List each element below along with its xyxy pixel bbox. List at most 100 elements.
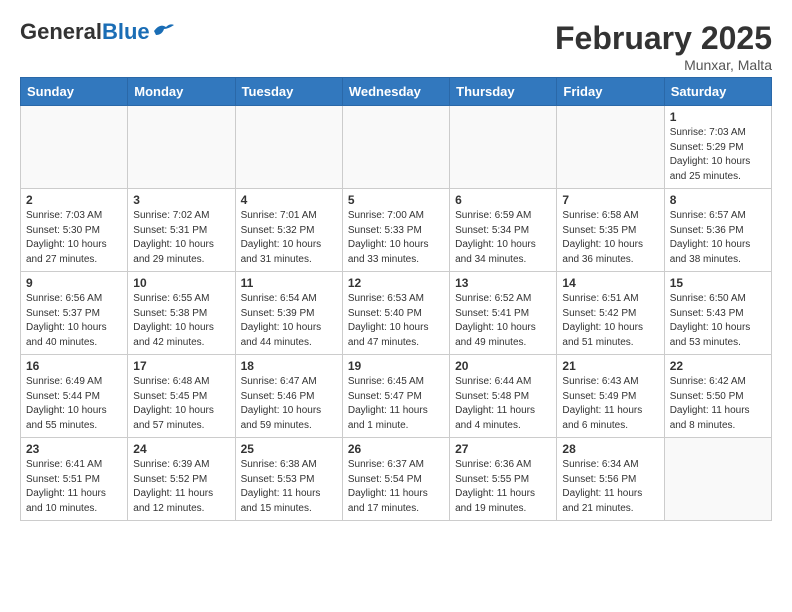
day-number: 3 xyxy=(133,193,229,207)
weekday-header-friday: Friday xyxy=(557,78,664,106)
day-info: Sunrise: 6:51 AM Sunset: 5:42 PM Dayligh… xyxy=(562,292,658,350)
day-info: Sunrise: 6:45 AM Sunset: 5:47 PM Dayligh… xyxy=(348,375,444,433)
day-number: 27 xyxy=(455,442,551,456)
logo-blue: Blue xyxy=(102,19,150,44)
day-info: Sunrise: 6:36 AM Sunset: 5:55 PM Dayligh… xyxy=(455,458,551,516)
day-cell xyxy=(128,106,235,189)
day-cell: 8 Sunrise: 6:57 AM Sunset: 5:36 PM Daylig… xyxy=(664,189,771,272)
day-number: 1 xyxy=(670,110,766,124)
day-info: Sunrise: 6:44 AM Sunset: 5:48 PM Dayligh… xyxy=(455,375,551,433)
day-number: 22 xyxy=(670,359,766,373)
day-cell xyxy=(342,106,449,189)
day-info: Sunrise: 7:02 AM Sunset: 5:31 PM Dayligh… xyxy=(133,209,229,267)
week-row-1: 1 Sunrise: 7:03 AM Sunset: 5:29 PM Daylig… xyxy=(21,106,772,189)
day-info: Sunrise: 6:43 AM Sunset: 5:49 PM Dayligh… xyxy=(562,375,658,433)
day-cell: 26 Sunrise: 6:37 AM Sunset: 5:54 PM Dayli… xyxy=(342,438,449,521)
location-subtitle: Munxar, Malta xyxy=(555,57,772,73)
day-number: 28 xyxy=(562,442,658,456)
day-cell: 10 Sunrise: 6:55 AM Sunset: 5:38 PM Dayli… xyxy=(128,272,235,355)
day-number: 19 xyxy=(348,359,444,373)
day-cell: 20 Sunrise: 6:44 AM Sunset: 5:48 PM Dayli… xyxy=(450,355,557,438)
day-cell: 28 Sunrise: 6:34 AM Sunset: 5:56 PM Dayli… xyxy=(557,438,664,521)
weekday-header-sunday: Sunday xyxy=(21,78,128,106)
day-info: Sunrise: 6:54 AM Sunset: 5:39 PM Dayligh… xyxy=(241,292,337,350)
day-info: Sunrise: 6:59 AM Sunset: 5:34 PM Dayligh… xyxy=(455,209,551,267)
day-cell xyxy=(664,438,771,521)
day-cell: 9Sunrise: 6:56 AM Sunset: 5:37 PM Daylig… xyxy=(21,272,128,355)
day-number: 20 xyxy=(455,359,551,373)
day-cell: 7Sunrise: 6:58 AM Sunset: 5:35 PM Daylig… xyxy=(557,189,664,272)
day-info: Sunrise: 7:00 AM Sunset: 5:33 PM Dayligh… xyxy=(348,209,444,267)
calendar-table: SundayMondayTuesdayWednesdayThursdayFrid… xyxy=(20,77,772,521)
day-cell: 3 Sunrise: 7:02 AM Sunset: 5:31 PM Daylig… xyxy=(128,189,235,272)
weekday-header-thursday: Thursday xyxy=(450,78,557,106)
day-info: Sunrise: 6:53 AM Sunset: 5:40 PM Dayligh… xyxy=(348,292,444,350)
week-row-2: 2 Sunrise: 7:03 AM Sunset: 5:30 PM Daylig… xyxy=(21,189,772,272)
day-info: Sunrise: 6:55 AM Sunset: 5:38 PM Dayligh… xyxy=(133,292,229,350)
day-number: 23 xyxy=(26,442,122,456)
day-number: 16 xyxy=(26,359,122,373)
day-info: Sunrise: 6:49 AM Sunset: 5:44 PM Dayligh… xyxy=(26,375,122,433)
day-cell: 19 Sunrise: 6:45 AM Sunset: 5:47 PM Dayli… xyxy=(342,355,449,438)
day-number: 25 xyxy=(241,442,337,456)
day-cell: 18 Sunrise: 6:47 AM Sunset: 5:46 PM Dayli… xyxy=(235,355,342,438)
day-number: 5 xyxy=(348,193,444,207)
month-title: February 2025 xyxy=(555,20,772,57)
day-info: Sunrise: 7:03 AM Sunset: 5:29 PM Dayligh… xyxy=(670,126,766,184)
day-number: 26 xyxy=(348,442,444,456)
day-info: Sunrise: 6:50 AM Sunset: 5:43 PM Dayligh… xyxy=(670,292,766,350)
logo-general: General xyxy=(20,19,102,44)
logo-bird-icon xyxy=(152,21,174,39)
day-cell: 1 Sunrise: 7:03 AM Sunset: 5:29 PM Daylig… xyxy=(664,106,771,189)
logo-text: GeneralBlue xyxy=(20,20,150,44)
day-cell xyxy=(235,106,342,189)
day-number: 9 xyxy=(26,276,122,290)
day-cell: 17Sunrise: 6:48 AM Sunset: 5:45 PM Dayli… xyxy=(128,355,235,438)
day-info: Sunrise: 7:03 AM Sunset: 5:30 PM Dayligh… xyxy=(26,209,122,267)
day-cell: 24Sunrise: 6:39 AM Sunset: 5:52 PM Dayli… xyxy=(128,438,235,521)
day-number: 11 xyxy=(241,276,337,290)
day-info: Sunrise: 6:47 AM Sunset: 5:46 PM Dayligh… xyxy=(241,375,337,433)
day-cell: 25 Sunrise: 6:38 AM Sunset: 5:53 PM Dayli… xyxy=(235,438,342,521)
weekday-header-tuesday: Tuesday xyxy=(235,78,342,106)
day-cell: 16 Sunrise: 6:49 AM Sunset: 5:44 PM Dayli… xyxy=(21,355,128,438)
weekday-header-wednesday: Wednesday xyxy=(342,78,449,106)
day-cell: 14 Sunrise: 6:51 AM Sunset: 5:42 PM Dayli… xyxy=(557,272,664,355)
day-number: 21 xyxy=(562,359,658,373)
day-info: Sunrise: 6:34 AM Sunset: 5:56 PM Dayligh… xyxy=(562,458,658,516)
day-cell: 21 Sunrise: 6:43 AM Sunset: 5:49 PM Dayli… xyxy=(557,355,664,438)
logo: GeneralBlue xyxy=(20,20,174,44)
weekday-header-monday: Monday xyxy=(128,78,235,106)
day-number: 2 xyxy=(26,193,122,207)
page-header: GeneralBlue February 2025 Munxar, Malta xyxy=(20,20,772,73)
day-number: 13 xyxy=(455,276,551,290)
day-cell xyxy=(450,106,557,189)
day-cell: 13Sunrise: 6:52 AM Sunset: 5:41 PM Dayli… xyxy=(450,272,557,355)
day-info: Sunrise: 6:41 AM Sunset: 5:51 PM Dayligh… xyxy=(26,458,122,516)
day-cell: 5 Sunrise: 7:00 AM Sunset: 5:33 PM Daylig… xyxy=(342,189,449,272)
day-cell: 22Sunrise: 6:42 AM Sunset: 5:50 PM Dayli… xyxy=(664,355,771,438)
week-row-4: 16 Sunrise: 6:49 AM Sunset: 5:44 PM Dayli… xyxy=(21,355,772,438)
day-number: 14 xyxy=(562,276,658,290)
day-number: 10 xyxy=(133,276,229,290)
day-info: Sunrise: 6:38 AM Sunset: 5:53 PM Dayligh… xyxy=(241,458,337,516)
week-row-3: 9Sunrise: 6:56 AM Sunset: 5:37 PM Daylig… xyxy=(21,272,772,355)
day-number: 12 xyxy=(348,276,444,290)
day-info: Sunrise: 6:57 AM Sunset: 5:36 PM Dayligh… xyxy=(670,209,766,267)
day-info: Sunrise: 6:58 AM Sunset: 5:35 PM Dayligh… xyxy=(562,209,658,267)
day-cell: 2 Sunrise: 7:03 AM Sunset: 5:30 PM Daylig… xyxy=(21,189,128,272)
day-cell: 6Sunrise: 6:59 AM Sunset: 5:34 PM Daylig… xyxy=(450,189,557,272)
weekday-header-saturday: Saturday xyxy=(664,78,771,106)
day-number: 18 xyxy=(241,359,337,373)
day-number: 8 xyxy=(670,193,766,207)
day-cell: 11 Sunrise: 6:54 AM Sunset: 5:39 PM Dayli… xyxy=(235,272,342,355)
day-cell: 12 Sunrise: 6:53 AM Sunset: 5:40 PM Dayli… xyxy=(342,272,449,355)
day-cell: 4 Sunrise: 7:01 AM Sunset: 5:32 PM Daylig… xyxy=(235,189,342,272)
day-number: 4 xyxy=(241,193,337,207)
week-row-5: 23 Sunrise: 6:41 AM Sunset: 5:51 PM Dayli… xyxy=(21,438,772,521)
day-info: Sunrise: 7:01 AM Sunset: 5:32 PM Dayligh… xyxy=(241,209,337,267)
day-info: Sunrise: 6:48 AM Sunset: 5:45 PM Dayligh… xyxy=(133,375,229,433)
day-info: Sunrise: 6:37 AM Sunset: 5:54 PM Dayligh… xyxy=(348,458,444,516)
day-cell xyxy=(557,106,664,189)
day-cell xyxy=(21,106,128,189)
